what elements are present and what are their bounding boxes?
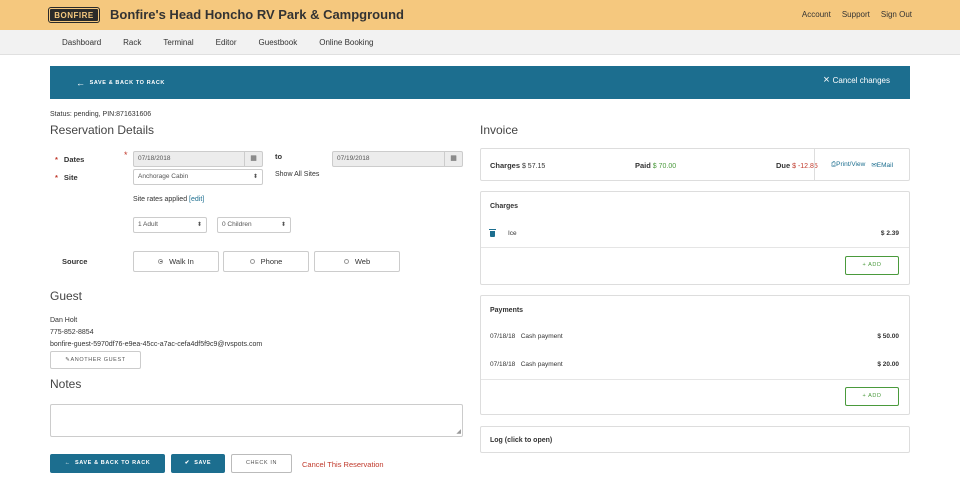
notes-textarea[interactable]: ◢ (50, 404, 463, 437)
due-total: Due $ -12.85 (776, 161, 818, 170)
payment-amount: $ 20.00 (877, 361, 899, 368)
charge-item-name: Ice (508, 230, 517, 237)
close-icon: × (823, 74, 830, 86)
dates-required-marker: * (124, 150, 128, 160)
radio-icon (249, 258, 255, 264)
save-back-to-rack-button[interactable]: ← SAVE & BACK TO RACK (50, 454, 165, 473)
top-links: Account Support Sign Out (802, 10, 912, 19)
site-select[interactable]: Anchorage Cabin ⬍ (133, 169, 263, 185)
divider (481, 379, 909, 380)
charges-total: Charges $ 57.15 (490, 161, 546, 170)
support-link[interactable]: Support (842, 10, 870, 19)
date-from-field[interactable]: 07/18/2018 ▦ (133, 151, 263, 167)
save-back-label: SAVE & BACK TO RACK (89, 80, 165, 86)
select-arrows-icon: ⬍ (252, 174, 258, 180)
bonfire-logo[interactable]: BONFIRE (48, 7, 100, 23)
to-label: to (275, 152, 283, 161)
nav-editor[interactable]: Editor (216, 38, 237, 47)
guest-phone: 775-852-8854 (50, 329, 94, 336)
paid-total: Paid $ 70.00 (635, 161, 677, 170)
site-label: * Site (55, 173, 78, 182)
save-back-to-rack-top-button[interactable]: ← SAVE & BACK TO RACK (76, 78, 165, 88)
dates-label: * Dates (55, 155, 85, 164)
payments-panel: Payments 07/18/18 Cash payment $ 50.00 0… (480, 295, 910, 415)
charges-panel-title: Charges (490, 203, 519, 210)
sign-out-link[interactable]: Sign Out (881, 10, 912, 19)
select-arrows-icon: ⬍ (280, 222, 286, 228)
source-label: Source (62, 257, 88, 266)
nav-terminal[interactable]: Terminal (163, 38, 193, 47)
print-view-link[interactable]: ⎙Print/View (831, 161, 865, 169)
cancel-changes-label: Cancel changes (832, 75, 890, 85)
check-circle-icon: ✔ (184, 460, 195, 466)
top-header: BONFIRE Bonfire's Head Honcho RV Park & … (0, 0, 960, 30)
calendar-icon[interactable]: ▦ (444, 152, 462, 166)
account-link[interactable]: Account (802, 10, 831, 19)
check-in-button[interactable]: CHECK IN (231, 454, 292, 473)
arrow-left-icon: ← (64, 460, 75, 466)
another-guest-button[interactable]: ✎ANOTHER GUEST (50, 351, 141, 369)
invoice-summary: Charges $ 57.15 Paid $ 70.00 Due $ -12.8… (480, 148, 910, 181)
nav-online-booking[interactable]: Online Booking (319, 38, 373, 47)
arrow-left-icon: ← (76, 78, 86, 88)
log-panel[interactable]: Log (click to open) (480, 426, 910, 453)
nav-rack[interactable]: Rack (123, 38, 141, 47)
edit-rates-link[interactable]: [edit] (189, 196, 204, 203)
cancel-reservation-link[interactable]: Cancel This Reservation (302, 460, 384, 469)
park-title: Bonfire's Head Honcho RV Park & Campgrou… (110, 7, 404, 22)
guest-email: bonfire-guest-5970df76-e9ea-45cc-a7ac-ce… (50, 341, 263, 348)
calendar-icon[interactable]: ▦ (244, 152, 262, 166)
guest-title: Guest (50, 289, 83, 303)
add-charge-button[interactable]: + ADD (845, 256, 899, 275)
date-to-field[interactable]: 07/19/2018 ▦ (332, 151, 463, 167)
cancel-changes-button[interactable]: × Cancel changes (823, 74, 890, 86)
invoice-title: Invoice (480, 123, 519, 137)
action-bar: ← SAVE & BACK TO RACK × Cancel changes (50, 66, 910, 99)
notes-title: Notes (50, 377, 82, 391)
nav-dashboard[interactable]: Dashboard (62, 38, 101, 47)
nav-guestbook[interactable]: Guestbook (259, 38, 298, 47)
children-select[interactable]: 0 Children ⬍ (217, 217, 291, 233)
save-button[interactable]: ✔ SAVE (171, 454, 225, 473)
payment-row: 07/18/18 Cash payment (490, 333, 563, 340)
guest-name: Dan Holt (50, 317, 78, 324)
payment-amount: $ 50.00 (877, 333, 899, 340)
log-toggle[interactable]: Log (click to open) (490, 437, 552, 444)
source-phone-option[interactable]: Phone (223, 251, 309, 272)
invoice-actions: ⎙Print/View ✉EMail (814, 149, 909, 180)
reservation-status: Status: pending, PIN:871631606 (50, 111, 152, 118)
resize-handle-icon[interactable]: ◢ (456, 428, 461, 435)
payments-panel-title: Payments (490, 307, 524, 314)
radio-selected-icon (158, 258, 164, 264)
main-nav: Dashboard Rack Terminal Editor Guestbook… (0, 30, 960, 55)
radio-icon (343, 258, 349, 264)
charge-item-amount: $ 2.39 (880, 230, 899, 237)
add-payment-button[interactable]: + ADD (845, 387, 899, 406)
source-walk-in-option[interactable]: Walk In (133, 251, 219, 272)
select-arrows-icon: ⬍ (196, 222, 202, 228)
adults-select[interactable]: 1 Adult ⬍ (133, 217, 207, 233)
reservation-details-title: Reservation Details (50, 123, 155, 137)
trash-icon[interactable] (489, 229, 496, 237)
charges-panel: Charges Ice $ 2.39 + ADD (480, 191, 910, 285)
payment-row: 07/18/18 Cash payment (490, 361, 563, 368)
site-rates-applied: Site rates applied [edit] (133, 196, 205, 203)
show-all-sites-link[interactable]: Show All Sites (275, 171, 319, 178)
divider (481, 247, 909, 248)
source-web-option[interactable]: Web (314, 251, 400, 272)
email-link[interactable]: ✉EMail (871, 161, 893, 169)
